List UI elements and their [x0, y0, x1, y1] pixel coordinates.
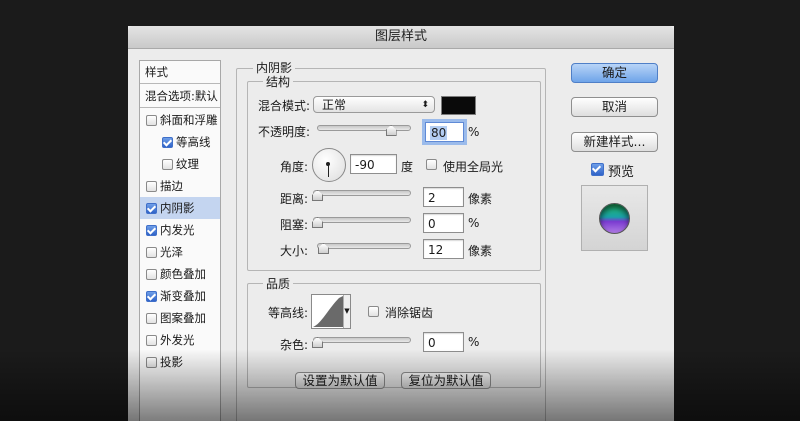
styles-list: 样式 混合选项:默认 斜面和浮雕等高线纹理描边内阴影内发光光泽颜色叠加渐变叠加图…: [139, 60, 221, 421]
structure-title: 结构: [263, 73, 294, 90]
style-item-checkbox[interactable]: [146, 181, 157, 192]
blend-mode-label: 混合模式:: [258, 99, 311, 113]
style-item-checkbox[interactable]: [146, 291, 157, 302]
use-global-light-label: 使用全局光: [443, 160, 504, 174]
window-title: 图层样式: [128, 26, 674, 49]
shadow-color-swatch[interactable]: [441, 96, 476, 115]
noise-input[interactable]: 0: [423, 332, 464, 352]
style-item-checkbox[interactable]: [146, 115, 157, 126]
size-slider[interactable]: [317, 243, 411, 249]
style-item[interactable]: 纹理: [140, 153, 220, 175]
style-item-label: 外发光: [160, 333, 195, 347]
style-item[interactable]: 投影: [140, 351, 220, 373]
anti-alias-label: 消除锯齿: [385, 306, 434, 320]
preview-swatch-icon: [599, 203, 630, 234]
style-item[interactable]: 内发光: [140, 219, 220, 241]
opacity-slider[interactable]: [317, 125, 411, 131]
style-item-checkbox[interactable]: [146, 335, 157, 346]
style-item-label: 描边: [160, 179, 183, 193]
opacity-label: 不透明度:: [258, 125, 311, 139]
preview-label: 预览: [608, 165, 635, 180]
style-item[interactable]: 斜面和浮雕: [140, 109, 220, 131]
preview-box: [581, 185, 648, 251]
style-item[interactable]: 描边: [140, 175, 220, 197]
style-item[interactable]: 等高线: [140, 131, 220, 153]
style-item-checkbox[interactable]: [162, 137, 173, 148]
style-item[interactable]: 光泽: [140, 241, 220, 263]
blend-mode-value: 正常: [322, 98, 347, 112]
reset-to-default-button[interactable]: 复位为默认值: [401, 372, 491, 389]
style-item[interactable]: 外发光: [140, 329, 220, 351]
contour-curve-icon[interactable]: ▼: [311, 294, 351, 329]
distance-input[interactable]: 2: [423, 187, 464, 207]
style-item-checkbox[interactable]: [146, 357, 157, 368]
cancel-button[interactable]: 取消: [571, 97, 658, 117]
style-item-label: 渐变叠加: [160, 289, 206, 303]
noise-slider[interactable]: [313, 337, 411, 343]
ok-button[interactable]: 确定: [571, 63, 658, 83]
style-item[interactable]: 颜色叠加: [140, 263, 220, 285]
style-item-label: 投影: [160, 355, 183, 369]
quality-title: 品质: [263, 275, 294, 292]
style-item-checkbox[interactable]: [146, 225, 157, 236]
opacity-input[interactable]: 80: [425, 122, 464, 142]
style-item-label: 内阴影: [160, 201, 195, 215]
choke-slider[interactable]: [313, 217, 411, 223]
angle-input[interactable]: -90: [350, 154, 397, 174]
contour-label: 等高线:: [268, 306, 309, 320]
use-global-light-checkbox[interactable]: [426, 159, 437, 170]
style-item[interactable]: 图案叠加: [140, 307, 220, 329]
style-item-label: 纹理: [176, 157, 199, 171]
choke-label: 阻塞:: [280, 218, 309, 232]
size-unit: 像素: [468, 244, 493, 258]
chevron-updown-icon: ⬍: [421, 100, 429, 110]
size-input[interactable]: 12: [423, 239, 464, 259]
style-item-label: 颜色叠加: [160, 267, 206, 281]
style-item-checkbox[interactable]: [146, 269, 157, 280]
layer-style-dialog: 图层样式 样式 混合选项:默认 斜面和浮雕等高线纹理描边内阴影内发光光泽颜色叠加…: [128, 26, 674, 421]
angle-dial-icon[interactable]: [312, 148, 346, 182]
style-item-label: 光泽: [160, 245, 183, 259]
style-item[interactable]: 渐变叠加: [140, 285, 220, 307]
anti-alias-checkbox[interactable]: [368, 306, 379, 317]
style-item-label: 等高线: [176, 135, 211, 149]
angle-unit: 度: [401, 160, 414, 174]
style-item-checkbox[interactable]: [146, 247, 157, 258]
preview-checkbox[interactable]: [591, 163, 604, 176]
noise-unit: %: [468, 335, 480, 349]
choke-input[interactable]: 0: [423, 213, 464, 233]
size-label: 大小:: [280, 244, 309, 258]
styles-header[interactable]: 样式: [140, 61, 220, 83]
opacity-unit: %: [468, 125, 480, 139]
style-item-checkbox[interactable]: [146, 203, 157, 214]
angle-label: 角度:: [280, 160, 309, 174]
make-default-button[interactable]: 设置为默认值: [295, 372, 385, 389]
distance-label: 距离:: [280, 192, 309, 206]
choke-unit: %: [468, 216, 480, 230]
noise-label: 杂色:: [280, 338, 309, 352]
blending-options-item[interactable]: 混合选项:默认: [140, 85, 220, 107]
blend-mode-select[interactable]: 正常 ⬍: [313, 96, 435, 113]
style-item-label: 斜面和浮雕: [160, 113, 218, 127]
style-item-checkbox[interactable]: [146, 313, 157, 324]
style-item-label: 图案叠加: [160, 311, 206, 325]
distance-slider[interactable]: [313, 190, 411, 196]
style-item-label: 内发光: [160, 223, 195, 237]
style-item[interactable]: 内阴影: [140, 197, 220, 219]
style-item-checkbox[interactable]: [162, 159, 173, 170]
distance-unit: 像素: [468, 192, 493, 206]
new-style-button[interactable]: 新建样式...: [571, 132, 658, 152]
